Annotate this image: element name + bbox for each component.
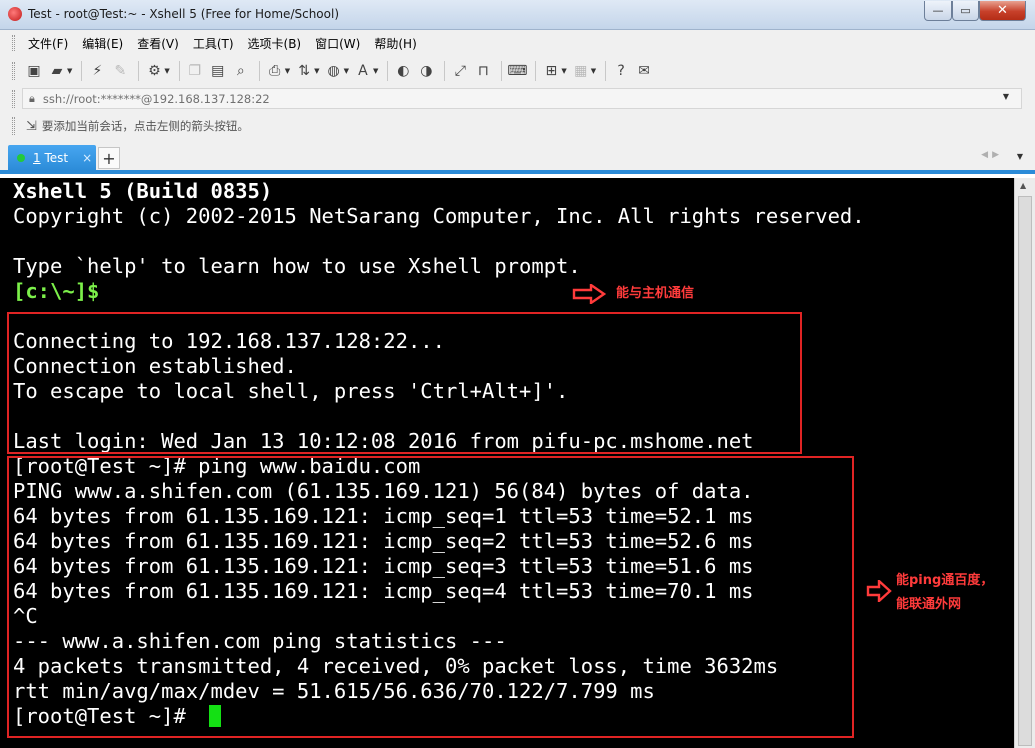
red-arrow-icon: [572, 284, 606, 304]
xshell-app-icon: [8, 7, 22, 21]
transfer-icon[interactable]: ⇅: [294, 61, 314, 81]
new-session-icon[interactable]: ▣: [24, 61, 44, 81]
layout-dropdown-icon[interactable]: ▼: [591, 67, 596, 75]
paste-icon[interactable]: ▤: [208, 61, 228, 81]
xftp-icon[interactable]: ◐: [393, 61, 413, 81]
address-input[interactable]: 🔒︎ ssh://root:*******@192.168.137.128:22…: [22, 88, 1022, 109]
toolbar-separator: [605, 61, 607, 81]
hintbar-grip[interactable]: [12, 117, 15, 135]
terminal-line: Copyright (c) 2002-2015 NetSarang Comput…: [13, 204, 865, 228]
toolbar-separator: [258, 61, 260, 81]
help-icon[interactable]: ?: [611, 61, 631, 81]
transfer-dropdown-icon[interactable]: ▼: [314, 67, 319, 75]
tab-label: 1 Test: [33, 151, 68, 165]
addressbar-grip[interactable]: [12, 90, 15, 108]
layout-icon[interactable]: ▦: [571, 61, 591, 81]
ping-baidu-note: 能ping通百度，: [896, 573, 994, 588]
xmanager-icon[interactable]: ◑: [416, 61, 436, 81]
toolbar-separator: [535, 61, 537, 81]
toolbar-grip[interactable]: [12, 62, 15, 80]
reconnect-icon[interactable]: ⚡: [87, 61, 107, 81]
find-icon[interactable]: ⌕: [231, 61, 251, 81]
terminal-line: Type `help' to learn how to use Xshell p…: [13, 254, 581, 278]
tab-close-icon[interactable]: ×: [82, 151, 92, 165]
minimize-button[interactable]: —: [924, 1, 952, 21]
menu-help[interactable]: 帮助(H): [374, 35, 416, 52]
toolbar-separator: [501, 61, 503, 81]
local-prompt: [c:\~]$: [13, 279, 100, 303]
toolbar-separator: [387, 61, 389, 81]
menu-tabs[interactable]: 选项卡(B): [248, 35, 302, 52]
new-tab-icon[interactable]: ⊞: [541, 61, 561, 81]
copy-icon[interactable]: ❐: [185, 61, 205, 81]
new-tab-dropdown-icon[interactable]: ▼: [561, 67, 566, 75]
menu-tools[interactable]: 工具(T): [193, 35, 234, 52]
tab-test[interactable]: 1 Test ×: [8, 145, 96, 171]
toolbar-separator: [138, 61, 140, 81]
menu-bar: 文件(F) 编辑(E) 查看(V) 工具(T) 选项卡(B) 窗口(W) 帮助(…: [0, 30, 1035, 56]
toolbar-separator: [81, 61, 83, 81]
tab-bar: 1 Test × + ◀▶ ▼: [0, 140, 1035, 174]
disconnect-icon[interactable]: ✎: [110, 61, 130, 81]
font-icon[interactable]: A: [353, 61, 373, 81]
globe-icon[interactable]: ◍: [324, 61, 344, 81]
terminal-scrollbar[interactable]: ▲: [1014, 178, 1035, 748]
tab-scroll-arrows-icon[interactable]: ◀▶: [981, 150, 1003, 160]
connection-highlight-box: [7, 312, 802, 454]
session-hint-text: 要添加当前会话，点击左侧的箭头按钮。: [41, 119, 249, 133]
print-dropdown-icon[interactable]: ▼: [285, 67, 290, 75]
address-value: ssh://root:*******@192.168.137.128:22: [42, 91, 270, 106]
chat-icon[interactable]: ✉: [634, 61, 654, 81]
title-bar: Test - root@Test:~ - Xshell 5 (Free for …: [0, 0, 1035, 30]
toolbar-separator: [178, 61, 180, 81]
maximize-button[interactable]: ▭: [952, 1, 979, 21]
lock-icon: 🔒︎: [29, 91, 35, 105]
connected-status-icon: [17, 154, 25, 162]
close-button[interactable]: ✕: [979, 1, 1026, 21]
address-dropdown-icon[interactable]: ▼: [1003, 92, 1009, 101]
properties-icon[interactable]: ⚙: [144, 61, 164, 81]
print-icon[interactable]: ⎙: [265, 61, 285, 81]
ping-highlight-box: [7, 456, 854, 738]
lock-session-icon[interactable]: ⊓: [473, 61, 493, 81]
menubar-grip[interactable]: [12, 35, 15, 51]
internet-access-note: 能联通外网: [896, 597, 962, 612]
menu-window[interactable]: 窗口(W): [315, 35, 360, 52]
fullscreen-icon[interactable]: ⤢: [450, 61, 470, 81]
tab-name: Test: [44, 151, 69, 165]
session-hint-bar: ⇲ 要添加当前会话，点击左侧的箭头按钮。: [0, 112, 1035, 140]
globe-dropdown-icon[interactable]: ▼: [344, 67, 349, 75]
scroll-up-icon[interactable]: ▲: [1020, 181, 1026, 190]
window-title: Test - root@Test:~ - Xshell 5 (Free for …: [28, 7, 340, 21]
menu-edit[interactable]: 编辑(E): [82, 35, 123, 52]
toolbar-separator: [444, 61, 446, 81]
new-tab-button[interactable]: +: [98, 147, 120, 169]
terminal-line: Xshell 5 (Build 0835): [13, 179, 273, 203]
scrollbar-thumb[interactable]: [1018, 196, 1032, 746]
keyboard-icon[interactable]: ⌨: [507, 61, 527, 81]
red-arrow-icon: [866, 580, 892, 602]
font-dropdown-icon[interactable]: ▼: [373, 67, 378, 75]
properties-dropdown-icon[interactable]: ▼: [164, 67, 169, 75]
menu-file[interactable]: 文件(F): [28, 35, 68, 52]
open-dropdown-icon[interactable]: ▼: [67, 67, 72, 75]
address-bar: 🔒︎ ssh://root:*******@192.168.137.128:22…: [0, 86, 1035, 112]
add-session-arrow-icon[interactable]: ⇲: [26, 119, 37, 134]
tab-list-dropdown-icon[interactable]: ▼: [1017, 152, 1023, 161]
open-folder-icon[interactable]: ▰: [47, 61, 67, 81]
tab-number: 1: [33, 151, 41, 165]
toolbar: ▣ ▰ ▼ ⚡ ✎ ⚙ ▼ ❐ ▤ ⌕ ⎙ ▼ ⇅ ▼ ◍ ▼ A ▼ ◐ ◑ ⤢ ⊓ ⌨ …: [0, 56, 1035, 86]
host-communication-note: 能与主机通信: [616, 286, 695, 301]
menu-view[interactable]: 查看(V): [137, 35, 179, 52]
